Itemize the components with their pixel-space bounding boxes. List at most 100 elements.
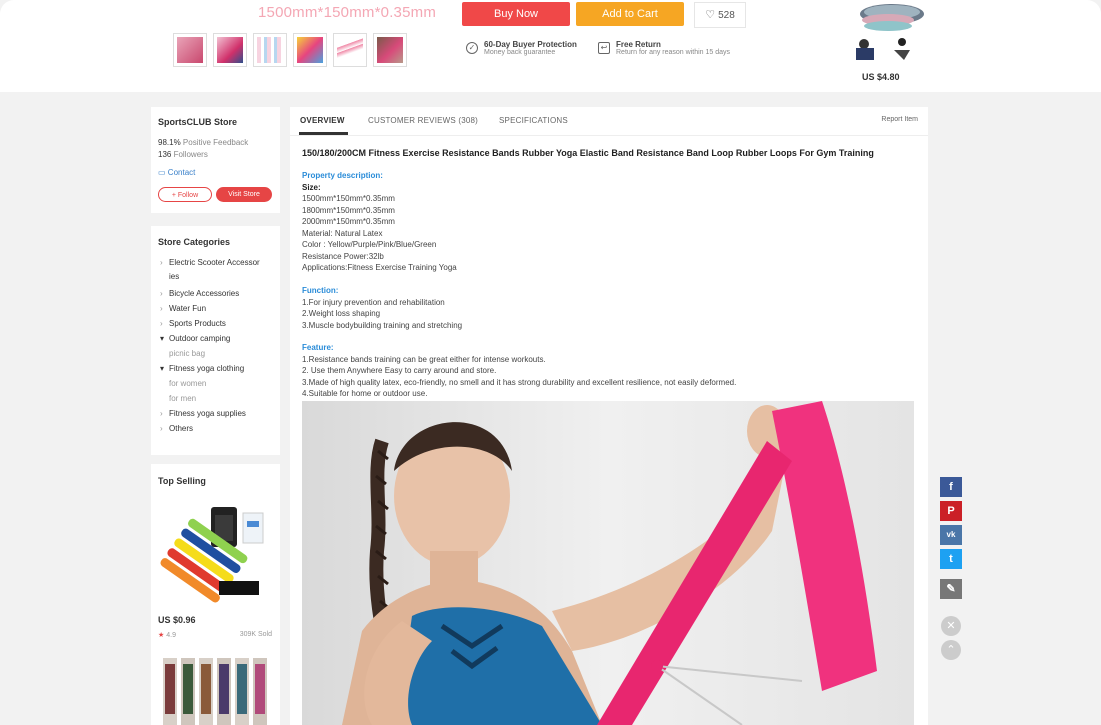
store-feedback: 98.1% Positive Feedback <box>158 138 248 147</box>
free-return-sub: Return for any reason within 15 days <box>616 49 731 56</box>
store-categories-title: Store Categories <box>158 237 231 247</box>
category-item[interactable]: › Others <box>159 423 277 434</box>
rating-value: 4.9 <box>166 632 176 639</box>
chevron-right-icon: › <box>160 409 163 418</box>
tab-specifications[interactable]: SPECIFICATIONS <box>499 116 568 125</box>
top-selling-sold: 309K Sold <box>239 631 272 638</box>
edit-icon[interactable]: ✎ <box>940 579 962 599</box>
related-product-image[interactable] <box>842 0 926 66</box>
free-return-title: Free Return <box>616 40 661 49</box>
chat-icon: ▭ <box>158 168 166 177</box>
free-return-badge: ↩ Free Return Return for any reason with… <box>598 40 730 56</box>
category-item[interactable]: › Bicycle Accessories <box>159 288 277 299</box>
category-label: Outdoor camping <box>169 334 231 343</box>
top-selling-rating: ★ 4.9 <box>158 631 176 639</box>
size-label: Size: <box>302 182 321 192</box>
vk-share-icon[interactable]: vk <box>940 525 962 545</box>
product-photo <box>302 401 914 725</box>
category-item[interactable]: › Fitness yoga supplies <box>159 408 277 419</box>
add-to-cart-button[interactable]: Add to Cart <box>576 2 684 26</box>
feature-line: 2. Use them Anywhere Easy to carry aroun… <box>302 366 497 375</box>
contact-link[interactable]: ▭ Contact <box>158 168 195 177</box>
follow-button[interactable]: + Follow <box>158 187 212 202</box>
variant-thumb[interactable] <box>253 33 287 67</box>
wishlist-button[interactable]: ♡ 528 <box>694 2 746 28</box>
buyer-protection-badge: ✓ 60-Day Buyer Protection Money back gua… <box>466 40 577 56</box>
variant-thumb[interactable] <box>213 33 247 67</box>
report-item-link[interactable]: Report Item <box>881 116 918 123</box>
property-line: 1800mm*150mm*0.35mm <box>302 205 395 215</box>
close-icon[interactable]: ✕ <box>941 616 961 636</box>
category-item[interactable]: › Electric Scooter Accessor ies <box>159 256 271 284</box>
store-name[interactable]: SportsCLUB Store <box>158 117 237 127</box>
variant-thumb[interactable] <box>293 33 327 67</box>
category-label: Water Fun <box>169 304 207 313</box>
category-label: Fitness yoga clothing <box>169 364 245 373</box>
chevron-right-icon: › <box>160 304 163 313</box>
category-item[interactable]: ▾ Outdoor camping <box>159 333 277 344</box>
feature-line: 4.Suitable for home or outdoor use. <box>302 389 428 398</box>
feature-line: 1.Resistance bands training can be great… <box>302 354 546 364</box>
category-label: Bicycle Accessories <box>169 289 240 298</box>
facebook-share-icon[interactable]: f <box>940 477 962 497</box>
top-selling-title: Top Selling <box>158 476 206 486</box>
category-list: › Electric Scooter Accessor ies › Bicycle … <box>159 256 277 438</box>
feature-line: 3.Made of high quality latex, eco-friend… <box>302 377 737 387</box>
property-line: Resistance Power:32lb <box>302 251 384 261</box>
pinterest-share-icon[interactable]: P <box>940 501 962 521</box>
subcategory-item[interactable]: picnic bag <box>159 348 277 359</box>
return-box-icon: ↩ <box>598 42 610 54</box>
top-selling-product-image-2[interactable] <box>159 654 271 725</box>
heart-icon: ♡ <box>705 9 716 21</box>
property-description: Property description: Size: 1500mm*150mm… <box>302 170 902 274</box>
detail-tabs: OVERVIEW CUSTOMER REVIEWS (308) SPECIFIC… <box>290 107 928 136</box>
store-followers: 136 Followers <box>158 150 208 159</box>
wishlist-count: 528 <box>718 10 735 21</box>
visit-store-button[interactable]: Visit Store <box>216 187 272 202</box>
property-line: Applications:Fitness Exercise Training Y… <box>302 263 457 272</box>
category-label: Fitness yoga supplies <box>169 409 246 418</box>
property-line: 1500mm*150mm*0.35mm <box>302 194 395 203</box>
property-line: Color : Yellow/Purple/Pink/Blue/Green <box>302 240 437 249</box>
product-top-bar: 1500mm*150mm*0.35mm Buy Now Add to Cart … <box>0 0 1101 92</box>
category-label: for men <box>169 394 197 403</box>
buy-now-button[interactable]: Buy Now <box>462 2 570 26</box>
category-item[interactable]: ▾ Fitness yoga clothing <box>159 363 277 374</box>
twitter-share-icon[interactable]: t <box>940 549 962 569</box>
property-line: Material: Natural Latex <box>302 228 383 238</box>
followers-value: 136 <box>158 150 172 159</box>
variant-thumb[interactable] <box>333 33 367 67</box>
buyer-protection-title: 60-Day Buyer Protection <box>484 40 577 49</box>
top-selling-price: US $0.96 <box>158 615 196 625</box>
category-label: Others <box>169 424 194 433</box>
tab-overview[interactable]: OVERVIEW <box>300 116 345 125</box>
variant-thumb[interactable] <box>373 33 407 67</box>
category-label: for women <box>169 379 207 388</box>
star-icon: ★ <box>158 632 165 639</box>
top-selling-product-image[interactable] <box>159 499 271 609</box>
category-label: Sports Products <box>169 319 226 328</box>
property-heading: Property description: <box>302 171 383 180</box>
tab-customer-reviews[interactable]: CUSTOMER REVIEWS (308) <box>368 116 478 125</box>
category-item[interactable]: › Sports Products <box>159 318 277 329</box>
chevron-right-icon: › <box>160 258 163 267</box>
scroll-top-icon[interactable]: ⌃ <box>941 640 961 660</box>
property-line: 2000mm*150mm*0.35mm <box>302 217 395 226</box>
function-line: 2.Weight loss shaping <box>302 309 381 318</box>
active-tab-indicator <box>299 132 348 135</box>
chevron-right-icon: › <box>160 424 163 433</box>
store-categories-card: Store Categories › Electric Scooter Acces… <box>151 226 280 455</box>
top-selling-card: Top Selling US $0.96 ★ 4.9 309K Sold <box>151 464 280 725</box>
subcategory-item[interactable]: for men <box>159 393 277 404</box>
shield-check-icon: ✓ <box>466 42 478 54</box>
feature-heading: Feature: <box>302 343 334 352</box>
variant-thumb[interactable] <box>173 33 207 67</box>
subcategory-item[interactable]: for women <box>159 378 277 389</box>
variant-thumbnails <box>173 33 407 67</box>
product-title: 150/180/200CM Fitness Exercise Resistanc… <box>302 148 874 158</box>
category-label: Electric Scooter Accessor ies <box>169 258 260 281</box>
category-item[interactable]: › Water Fun <box>159 303 277 314</box>
feedback-label: Positive Feedback <box>182 138 249 147</box>
function-line: 3.Muscle bodybuilding training and stret… <box>302 320 463 330</box>
selected-variant-text: 1500mm*150mm*0.35mm <box>258 4 437 21</box>
